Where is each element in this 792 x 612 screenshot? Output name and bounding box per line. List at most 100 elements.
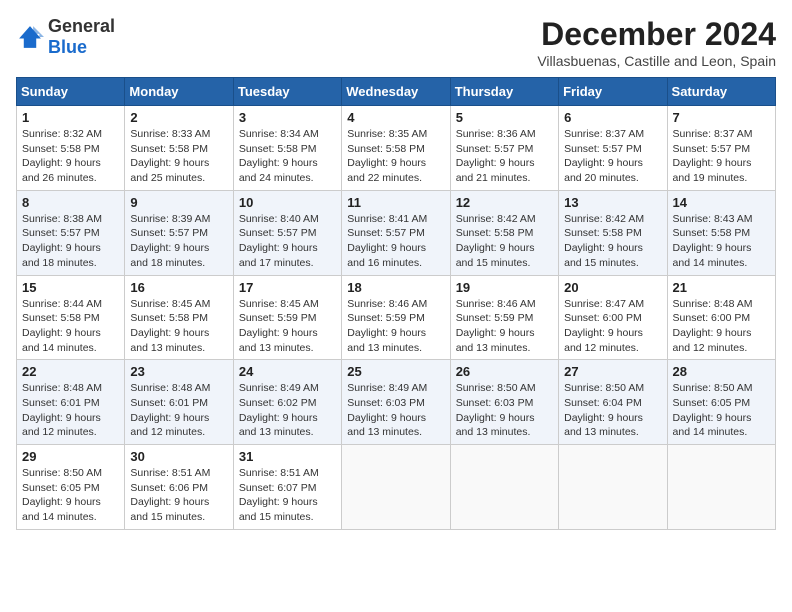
table-row: 4 Sunrise: 8:35 AMSunset: 5:58 PMDayligh… — [342, 106, 450, 191]
day-number: 20 — [564, 280, 661, 295]
table-row: 23 Sunrise: 8:48 AMSunset: 6:01 PMDaylig… — [125, 360, 233, 445]
day-detail: Sunrise: 8:50 AMSunset: 6:05 PMDaylight:… — [22, 467, 102, 523]
calendar-week-3: 15 Sunrise: 8:44 AMSunset: 5:58 PMDaylig… — [17, 275, 776, 360]
day-number: 16 — [130, 280, 227, 295]
day-detail: Sunrise: 8:51 AMSunset: 6:07 PMDaylight:… — [239, 467, 319, 523]
calendar-table: SundayMondayTuesdayWednesdayThursdayFrid… — [16, 77, 776, 530]
day-number: 21 — [673, 280, 770, 295]
day-number: 1 — [22, 110, 119, 125]
day-number: 6 — [564, 110, 661, 125]
day-number: 10 — [239, 195, 336, 210]
table-row: 18 Sunrise: 8:46 AMSunset: 5:59 PMDaylig… — [342, 275, 450, 360]
table-row: 16 Sunrise: 8:45 AMSunset: 5:58 PMDaylig… — [125, 275, 233, 360]
day-detail: Sunrise: 8:35 AMSunset: 5:58 PMDaylight:… — [347, 128, 427, 184]
logo-icon — [16, 23, 44, 51]
day-detail: Sunrise: 8:45 AMSunset: 5:58 PMDaylight:… — [130, 298, 210, 354]
table-row: 27 Sunrise: 8:50 AMSunset: 6:04 PMDaylig… — [559, 360, 667, 445]
day-number: 5 — [456, 110, 553, 125]
day-number: 24 — [239, 364, 336, 379]
weekday-thursday: Thursday — [450, 78, 558, 106]
table-row — [667, 445, 775, 530]
page-header: General Blue December 2024 Villasbuenas,… — [16, 16, 776, 69]
table-row: 12 Sunrise: 8:42 AMSunset: 5:58 PMDaylig… — [450, 190, 558, 275]
day-number: 14 — [673, 195, 770, 210]
table-row: 21 Sunrise: 8:48 AMSunset: 6:00 PMDaylig… — [667, 275, 775, 360]
table-row: 26 Sunrise: 8:50 AMSunset: 6:03 PMDaylig… — [450, 360, 558, 445]
day-detail: Sunrise: 8:50 AMSunset: 6:04 PMDaylight:… — [564, 382, 644, 438]
day-number: 19 — [456, 280, 553, 295]
table-row — [450, 445, 558, 530]
calendar-week-2: 8 Sunrise: 8:38 AMSunset: 5:57 PMDayligh… — [17, 190, 776, 275]
weekday-monday: Monday — [125, 78, 233, 106]
day-detail: Sunrise: 8:37 AMSunset: 5:57 PMDaylight:… — [564, 128, 644, 184]
day-detail: Sunrise: 8:44 AMSunset: 5:58 PMDaylight:… — [22, 298, 102, 354]
day-detail: Sunrise: 8:32 AMSunset: 5:58 PMDaylight:… — [22, 128, 102, 184]
day-detail: Sunrise: 8:48 AMSunset: 6:01 PMDaylight:… — [130, 382, 210, 438]
day-number: 22 — [22, 364, 119, 379]
day-detail: Sunrise: 8:39 AMSunset: 5:57 PMDaylight:… — [130, 213, 210, 269]
day-number: 30 — [130, 449, 227, 464]
day-detail: Sunrise: 8:46 AMSunset: 5:59 PMDaylight:… — [456, 298, 536, 354]
calendar-body: 1 Sunrise: 8:32 AMSunset: 5:58 PMDayligh… — [17, 106, 776, 530]
weekday-header-row: SundayMondayTuesdayWednesdayThursdayFrid… — [17, 78, 776, 106]
day-detail: Sunrise: 8:40 AMSunset: 5:57 PMDaylight:… — [239, 213, 319, 269]
location-subtitle: Villasbuenas, Castille and Leon, Spain — [537, 53, 776, 69]
day-number: 15 — [22, 280, 119, 295]
table-row: 20 Sunrise: 8:47 AMSunset: 6:00 PMDaylig… — [559, 275, 667, 360]
table-row: 7 Sunrise: 8:37 AMSunset: 5:57 PMDayligh… — [667, 106, 775, 191]
calendar-week-4: 22 Sunrise: 8:48 AMSunset: 6:01 PMDaylig… — [17, 360, 776, 445]
weekday-wednesday: Wednesday — [342, 78, 450, 106]
table-row: 2 Sunrise: 8:33 AMSunset: 5:58 PMDayligh… — [125, 106, 233, 191]
day-number: 4 — [347, 110, 444, 125]
day-detail: Sunrise: 8:34 AMSunset: 5:58 PMDaylight:… — [239, 128, 319, 184]
day-number: 7 — [673, 110, 770, 125]
day-number: 25 — [347, 364, 444, 379]
table-row: 24 Sunrise: 8:49 AMSunset: 6:02 PMDaylig… — [233, 360, 341, 445]
day-detail: Sunrise: 8:33 AMSunset: 5:58 PMDaylight:… — [130, 128, 210, 184]
table-row — [342, 445, 450, 530]
month-title: December 2024 — [537, 16, 776, 53]
day-number: 3 — [239, 110, 336, 125]
weekday-friday: Friday — [559, 78, 667, 106]
table-row: 30 Sunrise: 8:51 AMSunset: 6:06 PMDaylig… — [125, 445, 233, 530]
table-row: 8 Sunrise: 8:38 AMSunset: 5:57 PMDayligh… — [17, 190, 125, 275]
table-row: 6 Sunrise: 8:37 AMSunset: 5:57 PMDayligh… — [559, 106, 667, 191]
day-number: 27 — [564, 364, 661, 379]
table-row: 14 Sunrise: 8:43 AMSunset: 5:58 PMDaylig… — [667, 190, 775, 275]
day-number: 9 — [130, 195, 227, 210]
logo-blue: Blue — [48, 37, 87, 57]
day-number: 11 — [347, 195, 444, 210]
day-number: 13 — [564, 195, 661, 210]
table-row: 17 Sunrise: 8:45 AMSunset: 5:59 PMDaylig… — [233, 275, 341, 360]
table-row: 25 Sunrise: 8:49 AMSunset: 6:03 PMDaylig… — [342, 360, 450, 445]
weekday-saturday: Saturday — [667, 78, 775, 106]
table-row: 28 Sunrise: 8:50 AMSunset: 6:05 PMDaylig… — [667, 360, 775, 445]
table-row: 19 Sunrise: 8:46 AMSunset: 5:59 PMDaylig… — [450, 275, 558, 360]
day-number: 28 — [673, 364, 770, 379]
day-number: 26 — [456, 364, 553, 379]
table-row: 1 Sunrise: 8:32 AMSunset: 5:58 PMDayligh… — [17, 106, 125, 191]
day-detail: Sunrise: 8:47 AMSunset: 6:00 PMDaylight:… — [564, 298, 644, 354]
day-detail: Sunrise: 8:36 AMSunset: 5:57 PMDaylight:… — [456, 128, 536, 184]
day-detail: Sunrise: 8:45 AMSunset: 5:59 PMDaylight:… — [239, 298, 319, 354]
day-detail: Sunrise: 8:50 AMSunset: 6:03 PMDaylight:… — [456, 382, 536, 438]
calendar-week-1: 1 Sunrise: 8:32 AMSunset: 5:58 PMDayligh… — [17, 106, 776, 191]
table-row: 9 Sunrise: 8:39 AMSunset: 5:57 PMDayligh… — [125, 190, 233, 275]
weekday-tuesday: Tuesday — [233, 78, 341, 106]
table-row: 5 Sunrise: 8:36 AMSunset: 5:57 PMDayligh… — [450, 106, 558, 191]
day-detail: Sunrise: 8:42 AMSunset: 5:58 PMDaylight:… — [456, 213, 536, 269]
weekday-sunday: Sunday — [17, 78, 125, 106]
day-detail: Sunrise: 8:48 AMSunset: 6:00 PMDaylight:… — [673, 298, 753, 354]
day-detail: Sunrise: 8:48 AMSunset: 6:01 PMDaylight:… — [22, 382, 102, 438]
day-number: 18 — [347, 280, 444, 295]
day-number: 29 — [22, 449, 119, 464]
day-detail: Sunrise: 8:42 AMSunset: 5:58 PMDaylight:… — [564, 213, 644, 269]
day-number: 2 — [130, 110, 227, 125]
day-detail: Sunrise: 8:43 AMSunset: 5:58 PMDaylight:… — [673, 213, 753, 269]
table-row: 22 Sunrise: 8:48 AMSunset: 6:01 PMDaylig… — [17, 360, 125, 445]
day-detail: Sunrise: 8:38 AMSunset: 5:57 PMDaylight:… — [22, 213, 102, 269]
day-number: 8 — [22, 195, 119, 210]
day-number: 31 — [239, 449, 336, 464]
day-number: 12 — [456, 195, 553, 210]
day-number: 17 — [239, 280, 336, 295]
